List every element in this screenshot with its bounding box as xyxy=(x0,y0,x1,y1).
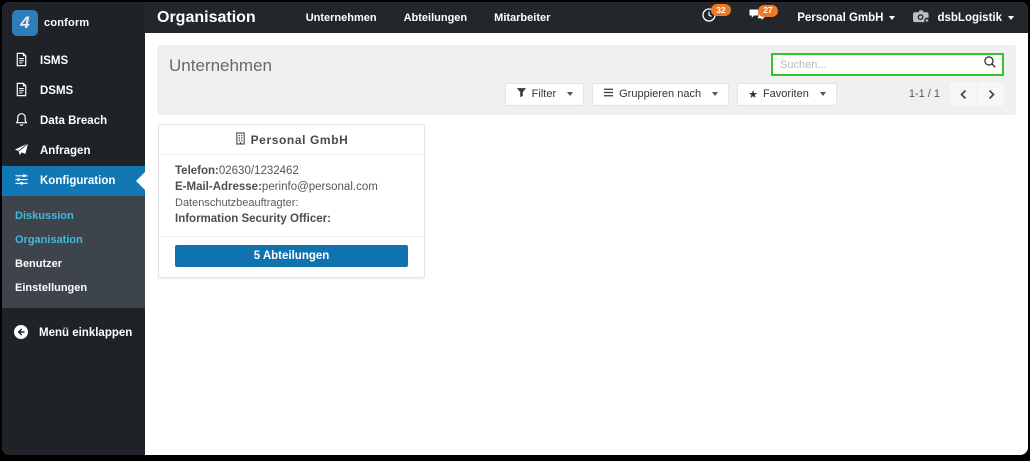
main-column: Organisation Unternehmen Abteilungen Mit… xyxy=(145,2,1028,455)
sidebar-item-label: Data Breach xyxy=(40,115,108,127)
sidebar-item-isms[interactable]: ISMS xyxy=(2,46,145,76)
sidebar-subitem-einstellungen[interactable]: Einstellungen xyxy=(2,276,145,300)
field-label: Information Security Officer: xyxy=(175,213,331,225)
sidebar-item-dsms[interactable]: DSMS xyxy=(2,76,145,106)
company-card: Personal GmbH Telefon:02630/1232462 E-Ma… xyxy=(158,124,425,278)
sidebar-subitem-benutzer[interactable]: Benutzer xyxy=(2,252,145,276)
company-card-header[interactable]: Personal GmbH xyxy=(159,125,424,155)
company-menu-label: Personal GmbH xyxy=(797,11,884,24)
sidebar-subitem-organisation[interactable]: Organisation xyxy=(2,228,145,252)
app-window: 4 conform ISMS DSMS Data Breach Anfragen xyxy=(2,2,1028,455)
chat-badge: 27 xyxy=(758,4,778,17)
sidebar-item-anfragen[interactable]: Anfragen xyxy=(2,136,145,166)
toolbar: Filter Gruppieren nach ★ Favoriten xyxy=(504,82,837,106)
sidebar-subitem-diskussion[interactable]: Diskussion xyxy=(2,204,145,228)
departments-button[interactable]: 5 Abteilungen xyxy=(175,245,408,267)
sidebar-submenu: Diskussion Organisation Benutzer Einstel… xyxy=(2,196,145,308)
chevron-down-icon xyxy=(567,92,574,96)
previous-page-button[interactable] xyxy=(950,82,977,106)
filter-button[interactable]: Filter xyxy=(504,82,585,106)
search-box xyxy=(771,53,1004,76)
chevron-down-icon xyxy=(819,92,826,96)
camera-icon xyxy=(912,9,931,27)
topbar: Organisation Unternehmen Abteilungen Mit… xyxy=(145,2,1028,33)
company-card-footer: 5 Abteilungen xyxy=(159,237,424,277)
group-by-button-label: Gruppieren nach xyxy=(619,88,702,100)
chevron-down-icon xyxy=(1008,15,1014,20)
sidebar-item-label: Konfiguration xyxy=(40,175,116,187)
tab-unternehmen[interactable]: Unternehmen xyxy=(306,12,377,24)
history-button[interactable]: 32 xyxy=(701,4,731,28)
chevron-down-icon xyxy=(712,92,719,96)
sidebar-item-konfiguration[interactable]: Konfiguration xyxy=(2,166,145,196)
document-icon xyxy=(14,52,29,70)
sidebar-nav: ISMS DSMS Data Breach Anfragen Konfigura… xyxy=(2,44,145,196)
user-menu[interactable]: dsbLogistik xyxy=(912,9,1014,27)
filter-button-label: Filter xyxy=(531,88,557,100)
arrow-left-circle-icon xyxy=(13,324,29,343)
chat-button[interactable]: 27 xyxy=(748,4,780,28)
list-icon xyxy=(603,87,614,101)
company-name: Personal GmbH xyxy=(250,133,349,147)
company-card-body: Telefon:02630/1232462 E-Mail-Adresse:per… xyxy=(159,155,424,237)
sidebar-item-label: DSMS xyxy=(40,85,74,97)
field-information-security-officer: Information Security Officer: xyxy=(175,211,408,227)
user-menu-label: dsbLogistik xyxy=(937,11,1002,24)
field-label: Telefon: xyxy=(175,165,219,177)
pagination: 1-1 / 1 xyxy=(909,82,1004,106)
field-email: E-Mail-Adresse:perinfo@personal.com xyxy=(175,179,408,195)
sidebar-item-label: ISMS xyxy=(40,55,69,67)
chevron-down-icon xyxy=(889,15,896,20)
page-title: Organisation xyxy=(157,8,256,26)
topbar-right: 32 27 Personal GmbH dsbLogistik xyxy=(701,4,1014,28)
company-menu[interactable]: Personal GmbH xyxy=(797,11,896,24)
sidebar: 4 conform ISMS DSMS Data Breach Anfragen xyxy=(2,2,145,455)
favorites-button-label: Favoriten xyxy=(762,88,809,100)
topbar-nav: Unternehmen Abteilungen Mitarbeiter xyxy=(306,12,551,24)
bell-icon xyxy=(14,112,29,130)
next-page-button[interactable] xyxy=(977,82,1004,106)
list-header-panel: Unternehmen Filter xyxy=(157,45,1016,115)
tab-abteilungen[interactable]: Abteilungen xyxy=(404,12,468,24)
search-input[interactable] xyxy=(780,58,983,71)
content-area: Unternehmen Filter xyxy=(145,33,1028,455)
sidebar-item-label: Anfragen xyxy=(40,145,91,157)
field-label: Datenschutzbeauftragter: xyxy=(175,197,299,209)
collapse-menu-button[interactable]: Menü einklappen xyxy=(2,318,145,348)
field-value: perinfo@personal.com xyxy=(261,181,378,193)
section-title: Unternehmen xyxy=(169,56,273,75)
tab-mitarbeiter[interactable]: Mitarbeiter xyxy=(494,12,550,24)
app-logo[interactable]: 4 conform xyxy=(2,2,145,44)
field-datenschutzbeauftragter: Datenschutzbeauftragter: xyxy=(175,195,408,211)
pagination-label: 1-1 / 1 xyxy=(908,88,940,100)
group-by-button[interactable]: Gruppieren nach xyxy=(592,82,730,106)
field-value: 02630/1232462 xyxy=(218,165,299,177)
building-icon xyxy=(235,132,246,148)
history-badge: 32 xyxy=(711,4,731,16)
funnel-icon xyxy=(516,87,527,101)
field-label: E-Mail-Adresse: xyxy=(175,181,262,193)
sidebar-item-data-breach[interactable]: Data Breach xyxy=(2,106,145,136)
favorites-button[interactable]: ★ Favoriten xyxy=(737,82,837,106)
field-telefon: Telefon:02630/1232462 xyxy=(175,163,408,179)
send-icon xyxy=(14,142,29,160)
document-icon xyxy=(14,82,29,100)
sliders-icon xyxy=(14,172,29,190)
star-icon: ★ xyxy=(748,88,758,101)
collapse-menu-label: Menü einklappen xyxy=(39,327,133,339)
search-icon[interactable] xyxy=(983,55,997,74)
logo-text: conform xyxy=(44,17,90,29)
logo-icon: 4 xyxy=(12,10,38,36)
